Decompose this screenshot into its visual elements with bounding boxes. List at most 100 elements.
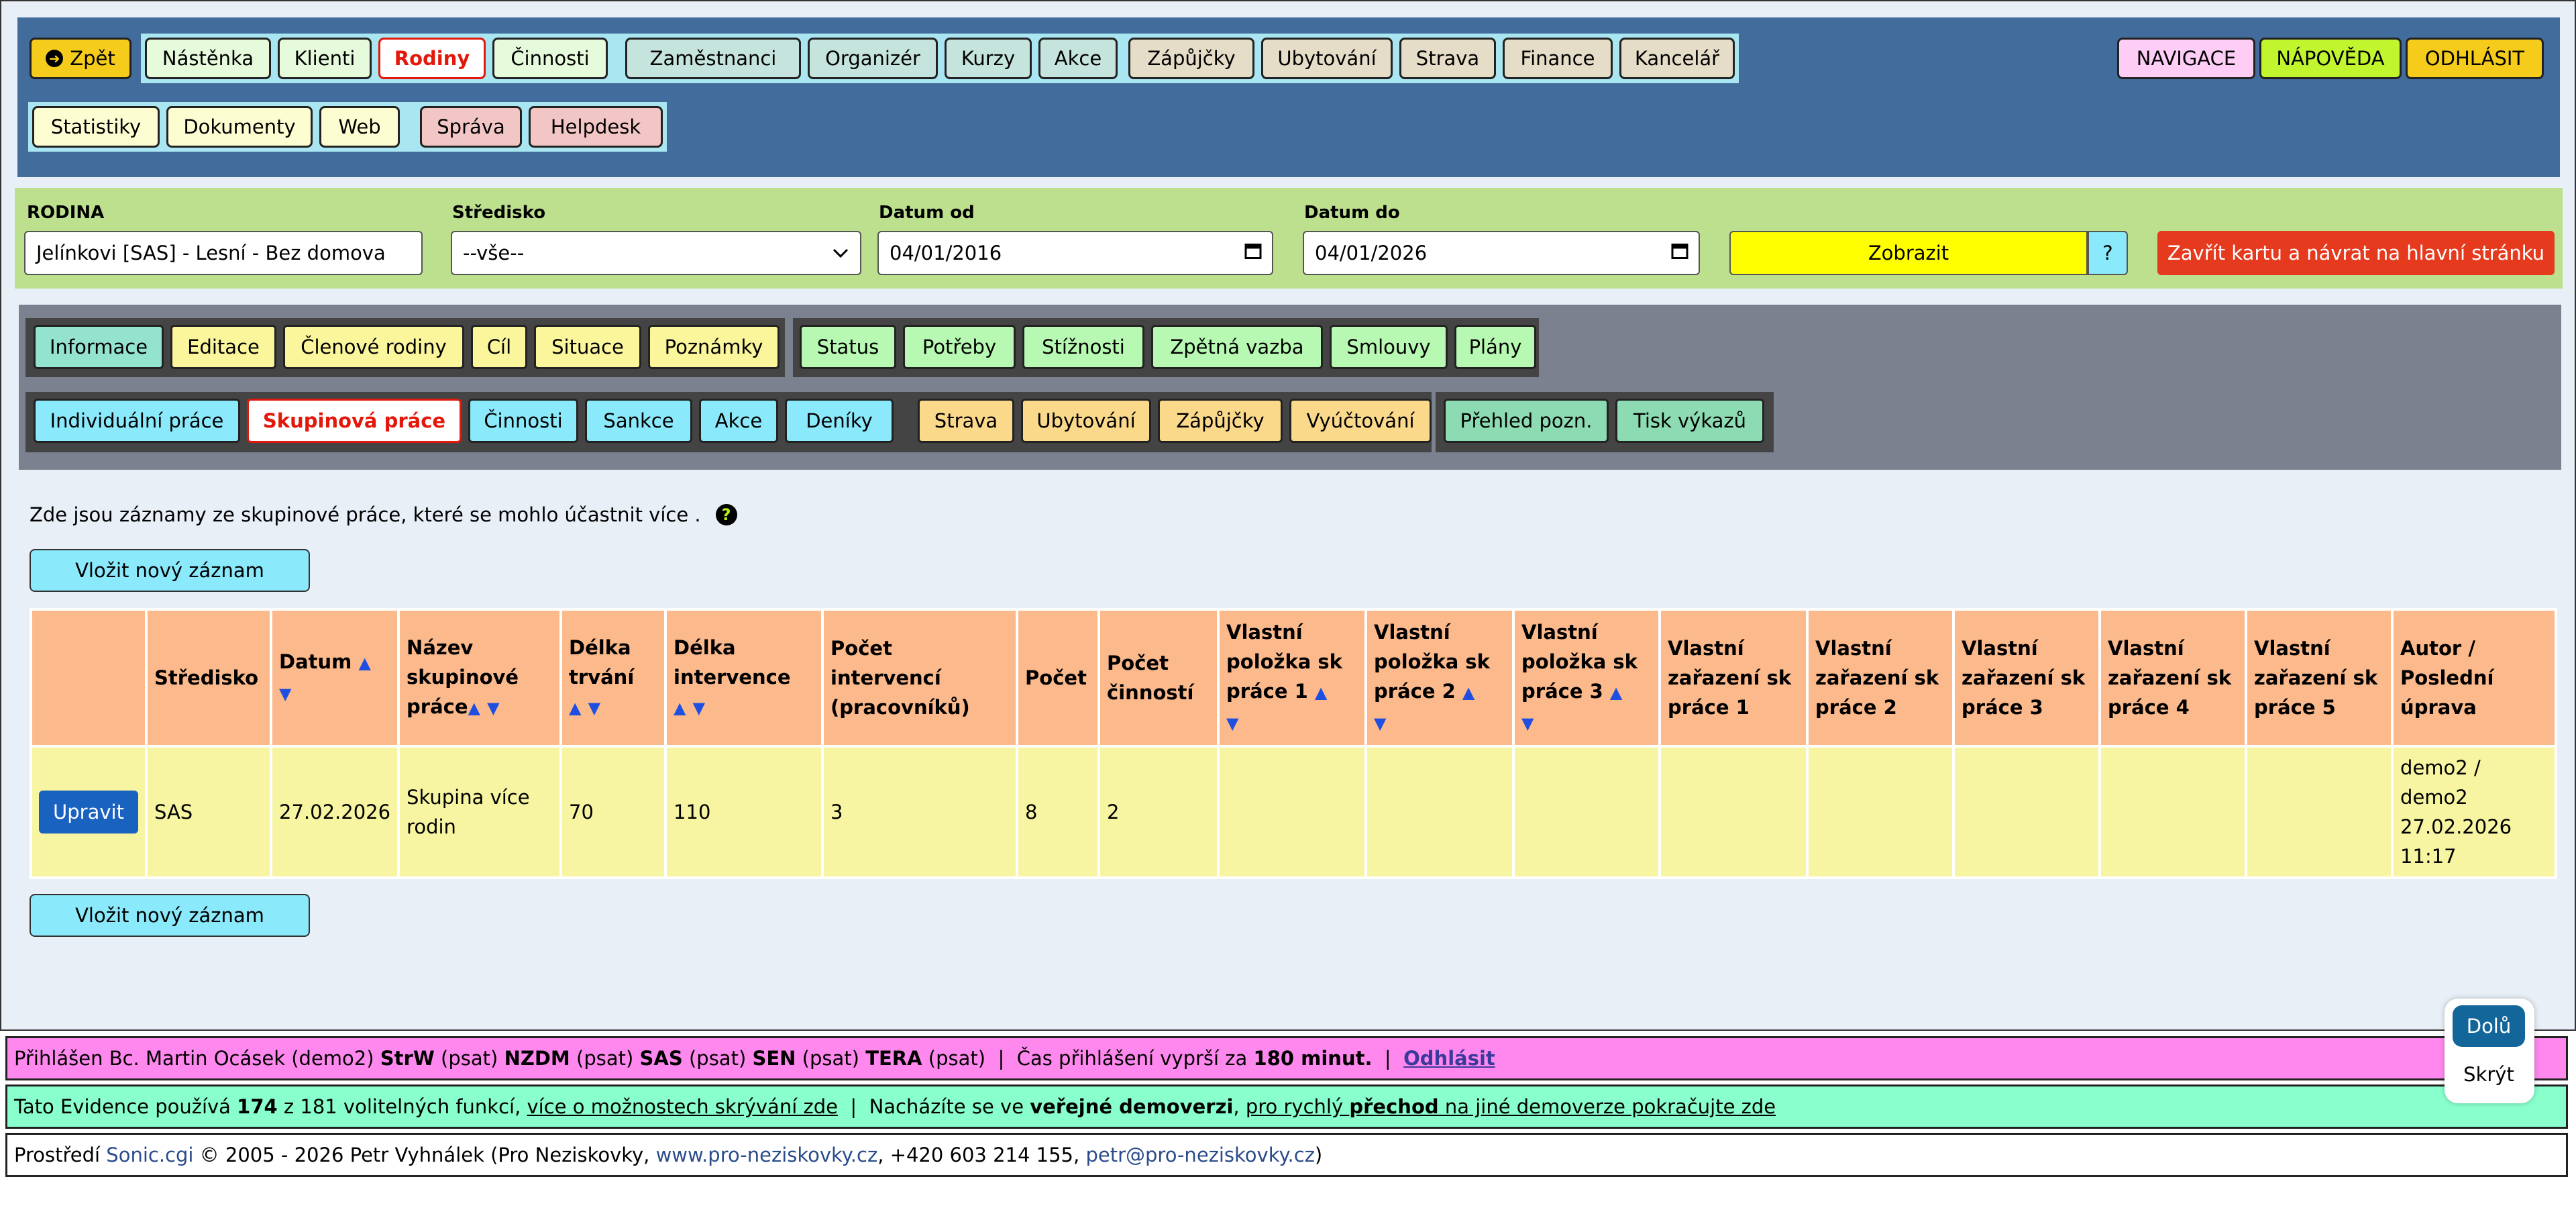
tab-ubytovani[interactable]: Ubytování xyxy=(1021,399,1151,443)
sort-asc-icon[interactable]: ▲ xyxy=(1315,683,1327,702)
cell-vlastni-zarazeni-5 xyxy=(2245,745,2394,879)
nav-ubytovani[interactable]: Ubytování xyxy=(1261,38,1393,79)
edit-button[interactable]: Upravit xyxy=(39,791,138,834)
cell-vlastni-polozka-1 xyxy=(1217,745,1368,879)
sort-asc-icon[interactable]: ▲ xyxy=(468,699,480,717)
scroll-down-button[interactable]: Dolů xyxy=(2453,1005,2525,1047)
sort-desc-icon[interactable]: ▼ xyxy=(1374,714,1386,733)
cell-vlastni-zarazeni-4 xyxy=(2098,745,2248,879)
sort-asc-icon[interactable]: ▲ xyxy=(1610,683,1622,702)
tab-vyuctovani[interactable]: Vyúčtování xyxy=(1289,399,1432,443)
nav-strava[interactable]: Strava xyxy=(1399,38,1496,79)
email-link[interactable]: petr@pro-neziskovky.cz xyxy=(1085,1144,1314,1166)
col-header-vlastni-polozka-3: Vlastní položka sk práce 3 ▲ ▼ xyxy=(1512,608,1662,748)
tab-skupinova-prace[interactable]: Skupinová práce xyxy=(247,399,462,443)
nav-group-5: Správa Helpdesk xyxy=(416,102,667,152)
tab-plany[interactable]: Plány xyxy=(1454,325,1536,369)
tab-deniky[interactable]: Deníky xyxy=(785,399,894,443)
tab-situace[interactable]: Situace xyxy=(534,325,641,369)
nav-helpdesk[interactable]: Helpdesk xyxy=(529,106,663,148)
nav-web[interactable]: Web xyxy=(319,106,400,148)
website-link[interactable]: www.pro-neziskovky.cz xyxy=(656,1144,878,1166)
sort-asc-icon[interactable]: ▲ xyxy=(1462,683,1474,702)
tab-potreby[interactable]: Potřeby xyxy=(903,325,1016,369)
nav-cinnosti[interactable]: Činnosti xyxy=(492,38,608,79)
datum-do-input[interactable]: 04/01/2026 xyxy=(1303,231,1700,275)
col-header-autor: Autor / Poslední úprava xyxy=(2391,608,2558,748)
nav-statistiky[interactable]: Statistiky xyxy=(32,106,160,148)
subnav-group-1: Informace Editace Členové rodiny Cíl Sit… xyxy=(25,318,785,377)
tab-editace[interactable]: Editace xyxy=(170,325,276,369)
tab-cinnosti[interactable]: Činnosti xyxy=(468,399,578,443)
nav-organizer[interactable]: Organizér xyxy=(808,38,938,79)
nav-klienti[interactable]: Klienti xyxy=(278,38,372,79)
sort-asc-icon[interactable]: ▲ xyxy=(674,699,686,717)
nav-kurzy[interactable]: Kurzy xyxy=(945,38,1032,79)
tab-informace[interactable]: Informace xyxy=(34,325,164,369)
hide-options-link[interactable]: více o možnostech skrývání zde xyxy=(527,1095,838,1118)
sort-desc-icon[interactable]: ▼ xyxy=(279,685,291,703)
datum-do-label: Datum do xyxy=(1304,203,1400,223)
chevron-down-icon xyxy=(830,242,851,264)
sort-desc-icon[interactable]: ▼ xyxy=(693,699,705,717)
close-card-button[interactable]: Zavřít kartu a návrat na hlavní stránku xyxy=(2157,231,2555,275)
napoveda-button[interactable]: NÁPOVĚDA xyxy=(2259,38,2402,79)
tab-akce[interactable]: Akce xyxy=(699,399,778,443)
nav-finance[interactable]: Finance xyxy=(1503,38,1613,79)
tab-smlouvy[interactable]: Smlouvy xyxy=(1330,325,1448,369)
zobrazit-button[interactable]: Zobrazit xyxy=(1729,231,2088,275)
new-record-button-bottom[interactable]: Vložit nový záznam xyxy=(30,894,310,937)
sort-desc-icon[interactable]: ▼ xyxy=(588,699,600,717)
tab-clenove-rodiny[interactable]: Členové rodiny xyxy=(283,325,464,369)
sort-desc-icon[interactable]: ▼ xyxy=(1226,714,1238,733)
help-button[interactable]: ? xyxy=(2088,231,2128,275)
navigace-button[interactable]: NAVIGACE xyxy=(2117,38,2255,79)
tab-individualni-prace[interactable]: Individuální práce xyxy=(34,399,240,443)
sort-desc-icon[interactable]: ▼ xyxy=(487,699,499,717)
sort-asc-icon[interactable]: ▲ xyxy=(358,654,370,672)
col-header-vlastni-zarazeni-5: Vlastní zařazení sk práce 5 xyxy=(2245,608,2394,748)
cell-delka-intervence: 110 xyxy=(664,745,824,879)
nav-dokumenty[interactable]: Dokumenty xyxy=(166,106,313,148)
sort-asc-icon[interactable]: ▲ xyxy=(569,699,581,717)
stredisko-select[interactable]: --vše-- xyxy=(451,231,861,275)
tab-prehled-pozn[interactable]: Přehled pozn. xyxy=(1444,399,1609,443)
nav-zapujcky[interactable]: Zápůjčky xyxy=(1128,38,1254,79)
tab-sankce[interactable]: Sankce xyxy=(585,399,692,443)
col-header-actions xyxy=(30,608,148,748)
nav-rodiny[interactable]: Rodiny xyxy=(378,38,486,79)
col-header-vlastni-zarazeni-3: Vlastní zařazení sk práce 3 xyxy=(1952,608,2102,748)
tab-cil[interactable]: Cíl xyxy=(471,325,527,369)
nav-kancelar[interactable]: Kancelář xyxy=(1619,38,1735,79)
nav-nastenka[interactable]: Nástěnka xyxy=(145,38,271,79)
tab-status[interactable]: Status xyxy=(800,325,896,369)
odhlasit-button[interactable]: ODHLÁSIT xyxy=(2406,38,2544,79)
nav-sprava[interactable]: Správa xyxy=(420,106,522,148)
datum-od-input[interactable]: 04/01/2016 xyxy=(877,231,1273,275)
family-subnav: Informace Editace Členové rodiny Cíl Sit… xyxy=(19,305,2561,470)
subnav-group-3: Individuální práce Skupinová práce Činno… xyxy=(25,392,907,452)
tab-stiznosti[interactable]: Stížnosti xyxy=(1022,325,1144,369)
tab-poznamky[interactable]: Poznámky xyxy=(648,325,780,369)
tab-zapujcky[interactable]: Zápůjčky xyxy=(1158,399,1283,443)
sort-desc-icon[interactable]: ▼ xyxy=(1521,714,1534,733)
tab-tisk-vykazu[interactable]: Tisk výkazů xyxy=(1615,399,1764,443)
sonic-link[interactable]: Sonic.cgi xyxy=(106,1144,193,1166)
calendar-icon[interactable] xyxy=(1244,242,1263,265)
cell-stredisko: SAS xyxy=(145,745,272,879)
back-button[interactable]: ➜ Zpět xyxy=(30,38,131,79)
tab-strava[interactable]: Strava xyxy=(918,399,1014,443)
calendar-icon[interactable] xyxy=(1670,242,1689,265)
demo-switch-link[interactable]: pro rychlý přechod na jiné demoverze pok… xyxy=(1246,1095,1776,1118)
logout-link[interactable]: Odhlásit xyxy=(1403,1047,1495,1070)
hide-button[interactable]: Skrýt xyxy=(2453,1054,2525,1095)
nav-group-4: Statistiky Dokumenty Web xyxy=(28,102,419,152)
col-header-stredisko: Středisko xyxy=(145,608,272,748)
tab-zpetna-vazba[interactable]: Zpětná vazba xyxy=(1151,325,1323,369)
rodina-field[interactable]: Jelínkovi [SAS] - Lesní - Bez domova xyxy=(24,231,423,275)
nav-zamestnanci[interactable]: Zaměstnanci xyxy=(625,38,801,79)
new-record-button[interactable]: Vložit nový záznam xyxy=(30,549,310,592)
nav-akce[interactable]: Akce xyxy=(1038,38,1118,79)
row-actions: Upravit xyxy=(30,745,148,879)
help-circle-icon[interactable]: ? xyxy=(715,504,737,525)
